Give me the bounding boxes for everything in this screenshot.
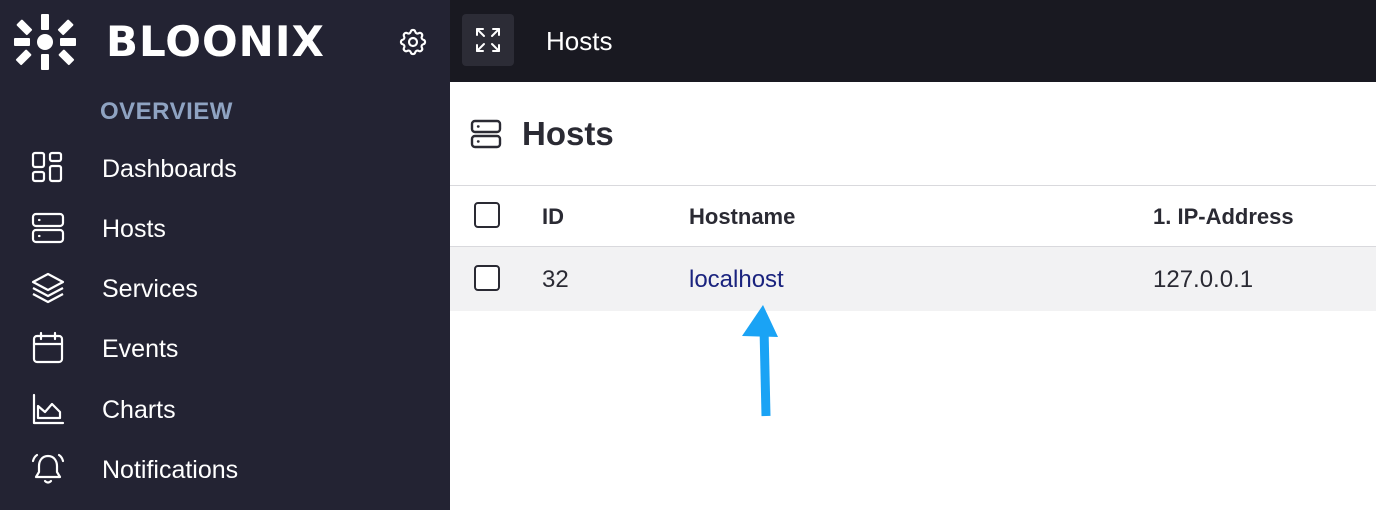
expand-button[interactable] [462,14,514,66]
brand: BLOONIX [0,0,450,82]
bell-ringing-icon [31,453,65,484]
sidebar-item-label: Services [102,275,198,303]
page-header: Hosts [450,82,1376,185]
server-stack-icon [470,119,502,149]
row-checkbox[interactable] [474,265,500,291]
area-chart-icon [32,393,65,425]
topbar: Hosts [450,0,1376,82]
sidebar-item-dashboards[interactable]: Dashboards [0,140,450,196]
table-header: ID Hostname 1. IP-Address [450,185,1376,247]
annotation-arrow [742,305,778,417]
select-all-checkbox[interactable] [474,202,500,228]
calendar-icon [32,331,64,364]
sidebar-item-charts[interactable]: Charts [0,381,450,437]
cell-id: 32 [542,266,569,293]
sidebar-item-services[interactable]: Services [0,260,450,316]
sidebar-item-events[interactable]: Events [0,320,450,376]
hostname-link[interactable]: localhost [689,266,784,294]
bloonix-logo-icon[interactable] [12,12,78,72]
expand-arrows-icon [476,28,500,52]
sidebar-item-notifications[interactable]: Notifications [0,441,450,497]
sidebar-item-label: Hosts [102,215,166,243]
cell-ip-address: 127.0.0.1 [1153,266,1254,293]
sidebar-item-label: Events [102,335,179,363]
brand-wordmark: BLOONIX [106,17,325,66]
sidebar: BLOONIX OVERVIEW Dashboards Hosts Servic… [0,0,450,510]
hosts-table: ID Hostname 1. IP-Address 32 localhost 1… [450,185,1376,311]
sidebar-item-label: Charts [102,396,176,424]
sidebar-item-label: Notifications [102,456,239,484]
layers-icon [31,272,65,304]
column-header-ip-address[interactable]: 1. IP-Address [1153,204,1294,230]
page-title: Hosts [522,115,614,152]
sidebar-item-label: Dashboards [102,155,237,183]
topbar-title: Hosts [546,26,613,56]
server-stack-icon [31,212,65,244]
column-header-id[interactable]: ID [542,204,564,230]
table-row[interactable]: 32 localhost 127.0.0.1 [450,247,1376,311]
dashboard-grid-icon [31,151,63,183]
gear-icon[interactable] [397,26,429,58]
section-label-overview: OVERVIEW [100,98,233,125]
sidebar-item-hosts[interactable]: Hosts [0,200,450,256]
column-header-hostname[interactable]: Hostname [689,204,795,230]
